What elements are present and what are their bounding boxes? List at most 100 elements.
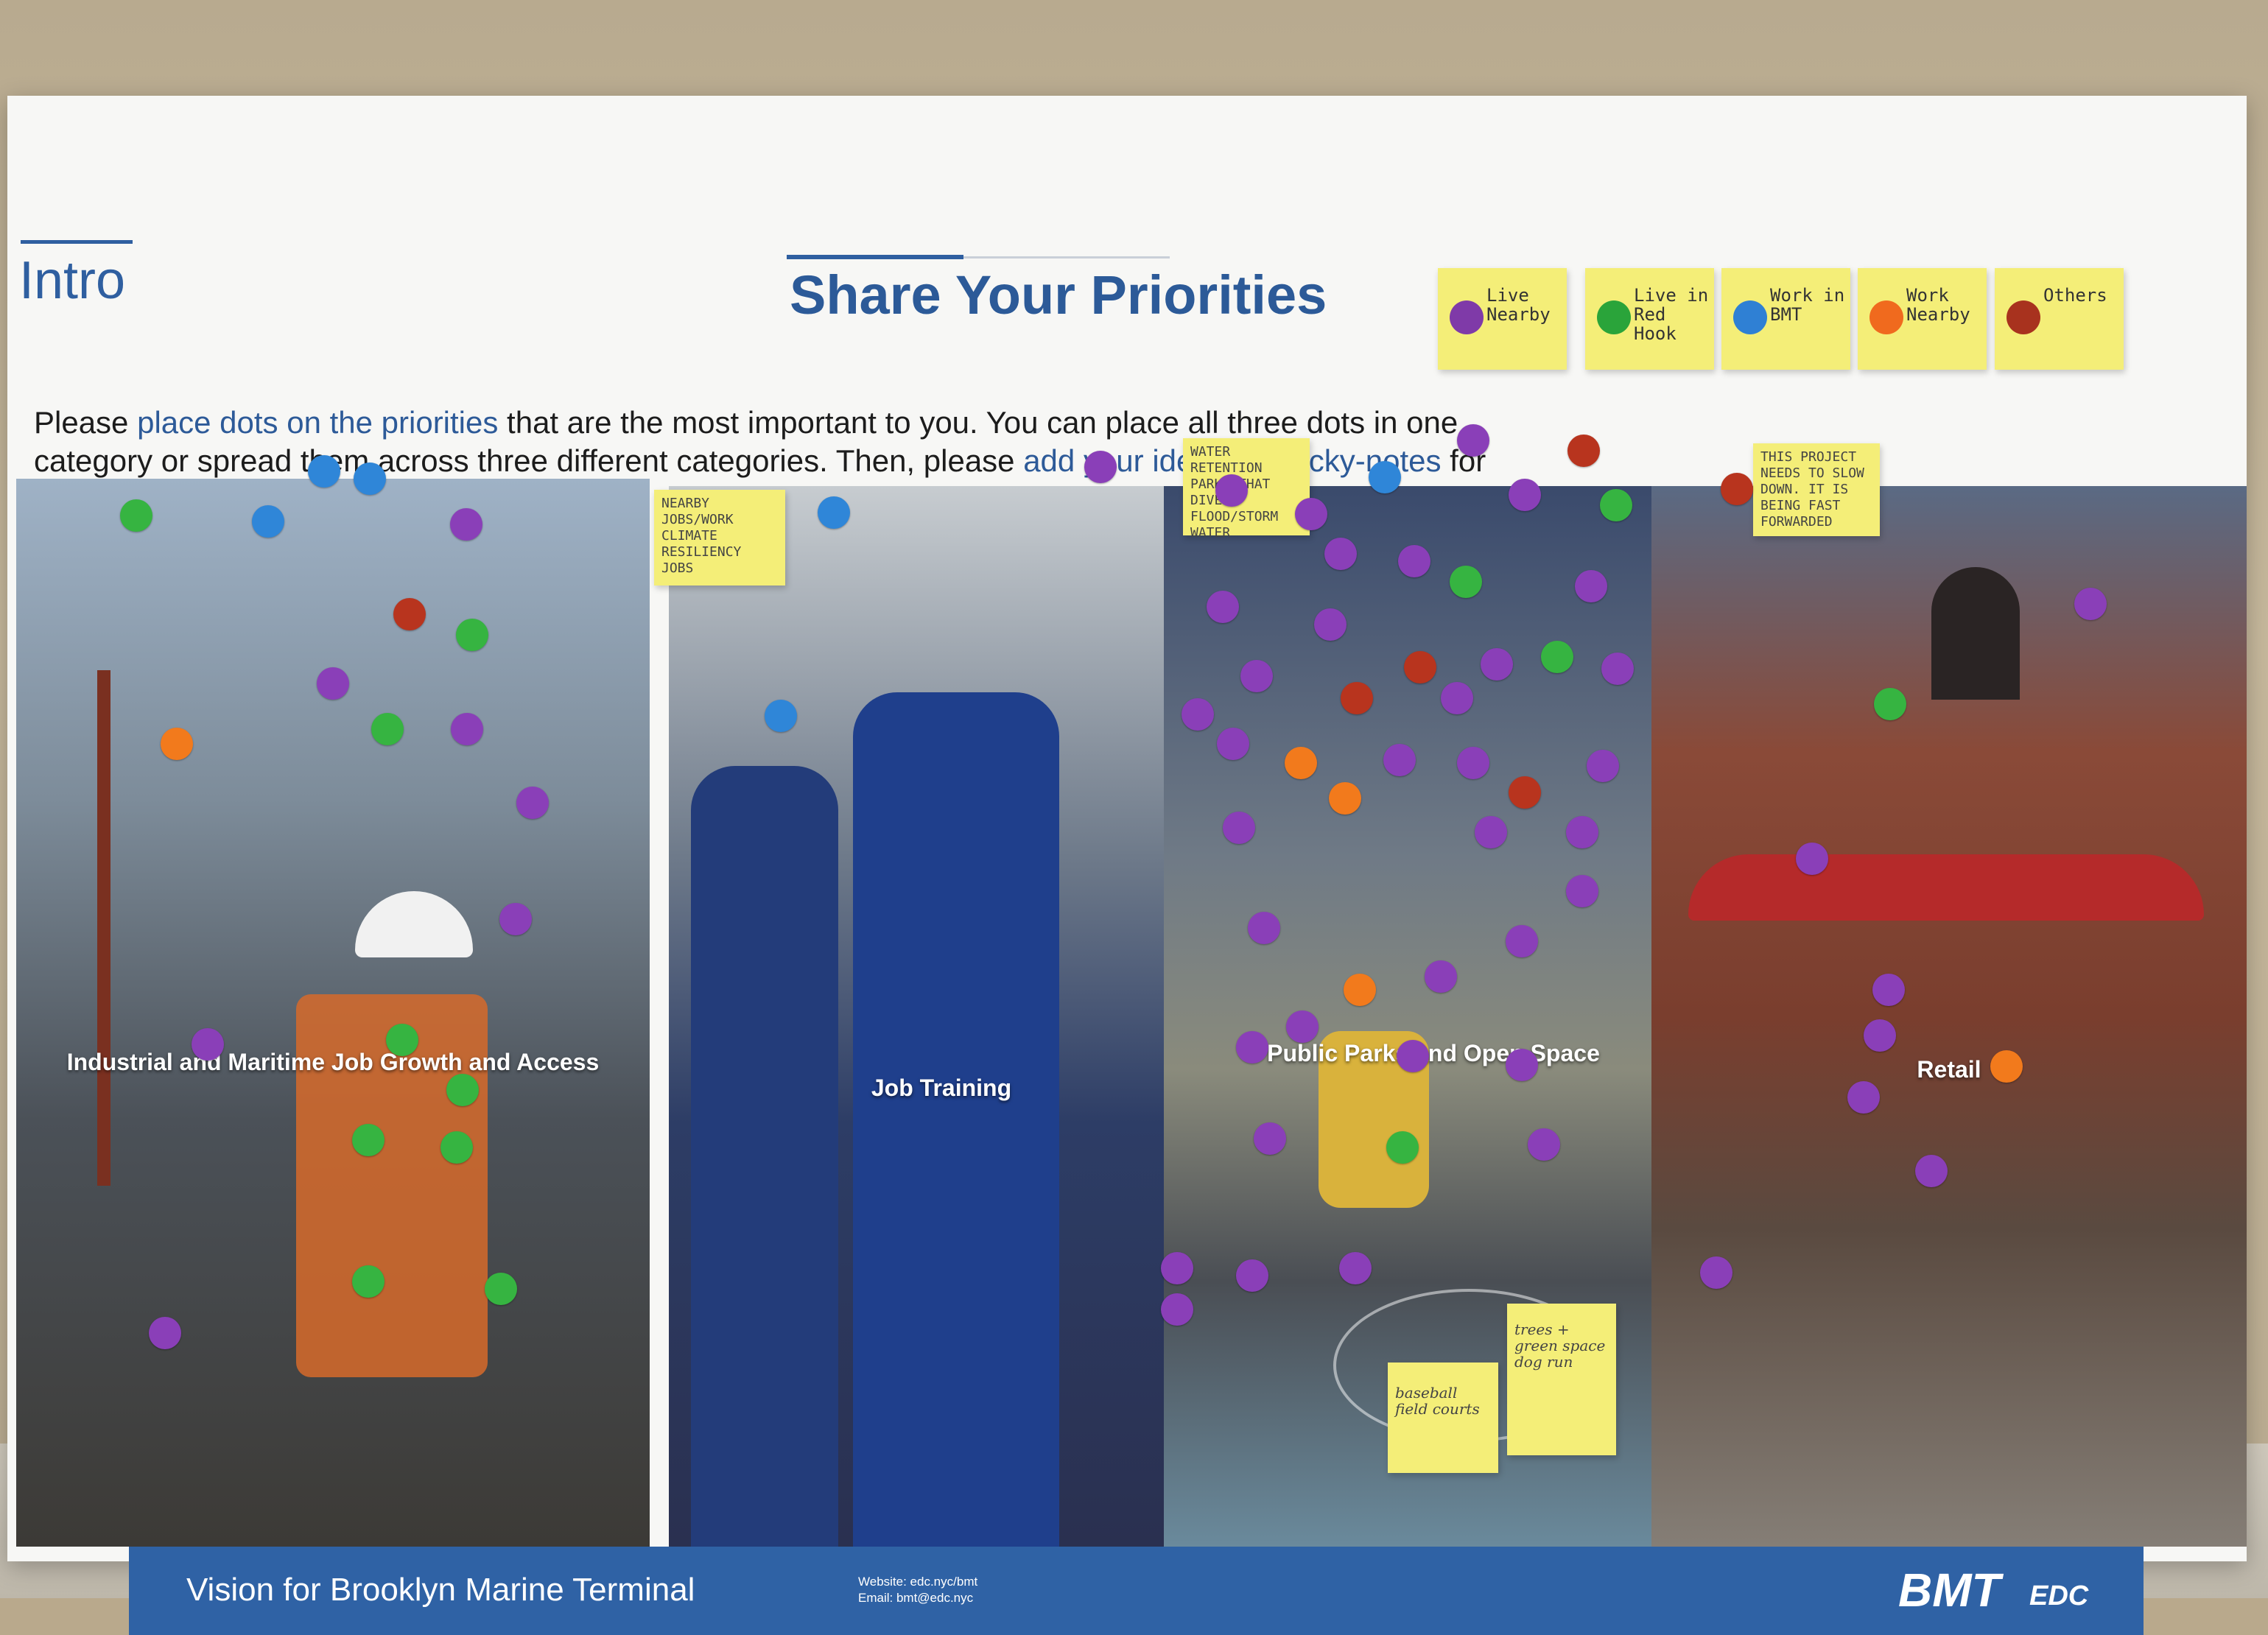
voting-dot xyxy=(1567,435,1600,467)
voting-dot xyxy=(1386,1131,1419,1164)
legend-note-live-nearby: Live Nearby xyxy=(1438,268,1567,370)
voting-dot xyxy=(393,598,426,630)
voting-dot xyxy=(1575,570,1607,602)
worker-uniform-shape xyxy=(691,766,838,1547)
voting-dot xyxy=(1566,875,1598,907)
voting-dot xyxy=(818,496,850,529)
voting-dot xyxy=(1182,698,1214,731)
voting-dot xyxy=(1329,782,1361,815)
sticky-note-job-training: NEARBY JOBS/WORK CLIMATE RESILIENCY JOBS xyxy=(654,490,785,586)
voting-dot xyxy=(1528,1128,1560,1161)
voting-dot xyxy=(1314,608,1347,641)
voting-dot xyxy=(440,1131,473,1164)
umbrella-shape xyxy=(1688,854,2204,921)
footer-title: Vision for Brooklyn Marine Terminal xyxy=(186,1572,695,1608)
voting-dot xyxy=(1509,479,1541,511)
voting-dot xyxy=(1541,641,1573,673)
voting-dot xyxy=(1207,591,1239,623)
voting-dot xyxy=(352,1124,385,1156)
sticky-note-text: baseball field courts xyxy=(1395,1384,1480,1418)
voting-dot xyxy=(1254,1122,1286,1155)
voting-dot xyxy=(317,667,349,700)
sticky-note-retail: THIS PROJECT NEEDS TO SLOW DOWN. IT IS B… xyxy=(1753,443,1880,536)
voting-dot xyxy=(516,787,549,819)
sticky-note-parks-bottom-left: baseball field courts xyxy=(1388,1362,1498,1473)
legend-label: Work in BMT xyxy=(1770,285,1845,325)
voting-dot xyxy=(1509,776,1541,809)
voting-dot xyxy=(1847,1081,1880,1114)
voting-dot xyxy=(161,728,193,760)
voting-dot xyxy=(1161,1252,1193,1284)
voting-dot xyxy=(1566,816,1598,848)
voting-dot xyxy=(308,455,340,488)
voting-dot xyxy=(1341,682,1373,714)
legend-note-live-red-hook: Live in Red Hook xyxy=(1585,268,1714,370)
voting-dot xyxy=(446,1074,479,1106)
voting-dot xyxy=(149,1317,181,1349)
voting-dot xyxy=(1223,812,1255,844)
voting-dot xyxy=(1450,566,1482,598)
voting-dot xyxy=(1700,1256,1732,1289)
voting-dot xyxy=(1721,473,1753,505)
sticky-note-text: NEARBY JOBS/WORK CLIMATE RESILIENCY JOBS xyxy=(661,496,742,576)
crane-shape xyxy=(97,670,110,1186)
voting-dot xyxy=(352,1265,385,1298)
legend-dot xyxy=(1733,300,1767,334)
arched-window-shape xyxy=(1931,567,2020,700)
legend-label: Others xyxy=(2043,285,2107,306)
panel-industrial-maritime: Industrial and Maritime Job Growth and A… xyxy=(16,479,650,1547)
voting-dot xyxy=(1587,750,1619,782)
voting-dot xyxy=(1295,498,1327,530)
voting-dot xyxy=(1915,1155,1948,1187)
voting-dot xyxy=(1324,538,1357,570)
edc-logo: EDC xyxy=(2029,1580,2089,1611)
voting-dot xyxy=(1506,1049,1538,1081)
voting-dot xyxy=(1084,451,1117,483)
legend-label: Live Nearby xyxy=(1486,285,1551,325)
voting-dot xyxy=(120,499,152,532)
legend-label: Live in Red Hook xyxy=(1634,285,1709,344)
section-label: Intro xyxy=(19,251,126,310)
voting-dot xyxy=(765,700,797,732)
bmt-logo: BMT xyxy=(1898,1564,2001,1617)
voting-dot xyxy=(451,713,483,745)
panel-job-training: Job Training xyxy=(669,486,1214,1547)
legend-note-work-nearby: Work Nearby xyxy=(1858,268,1987,370)
voting-dot xyxy=(1874,688,1906,720)
voting-dot xyxy=(1398,545,1430,577)
legend-note-work-bmt: Work in BMT xyxy=(1721,268,1850,370)
legend-dot xyxy=(2007,300,2040,334)
voting-dot xyxy=(1236,1259,1268,1292)
voting-dot xyxy=(499,903,532,935)
voting-dot xyxy=(2074,588,2107,620)
voting-dot xyxy=(1236,1031,1268,1063)
voting-dot xyxy=(1600,489,1632,521)
voting-dot xyxy=(1475,816,1507,848)
voting-dot xyxy=(1425,960,1457,993)
voting-dot xyxy=(1506,925,1538,957)
voting-dot xyxy=(1457,747,1489,779)
voting-dot xyxy=(1441,682,1473,714)
panel-retail: Retail xyxy=(1651,486,2247,1547)
voting-dot xyxy=(456,619,488,651)
sticky-note-text: THIS PROJECT NEEDS TO SLOW DOWN. IT IS B… xyxy=(1760,449,1864,530)
voting-dot xyxy=(371,713,404,745)
legend-dot xyxy=(1597,300,1631,334)
voting-dot xyxy=(1481,648,1513,681)
poster-board: Intro Share Your Priorities Live Nearby … xyxy=(7,96,2247,1635)
voting-dot xyxy=(1601,653,1634,685)
worker-uniform-shape xyxy=(853,692,1059,1547)
voting-dot xyxy=(1215,474,1248,507)
footer-website: Website: edc.nyc/bmt xyxy=(858,1575,978,1589)
voting-dot xyxy=(450,508,482,541)
voting-dot xyxy=(1369,461,1401,493)
panel-label: Retail xyxy=(1917,1056,1981,1083)
sticky-note-text: trees + green space dog run xyxy=(1514,1321,1606,1371)
voting-dot xyxy=(1383,744,1416,776)
voting-dot xyxy=(1285,747,1317,779)
voting-dot xyxy=(1344,974,1376,1006)
voting-dot xyxy=(1286,1010,1319,1043)
page-title: Share Your Priorities xyxy=(790,264,1327,326)
voting-dot xyxy=(354,463,386,495)
title-rule-accent xyxy=(787,255,963,259)
